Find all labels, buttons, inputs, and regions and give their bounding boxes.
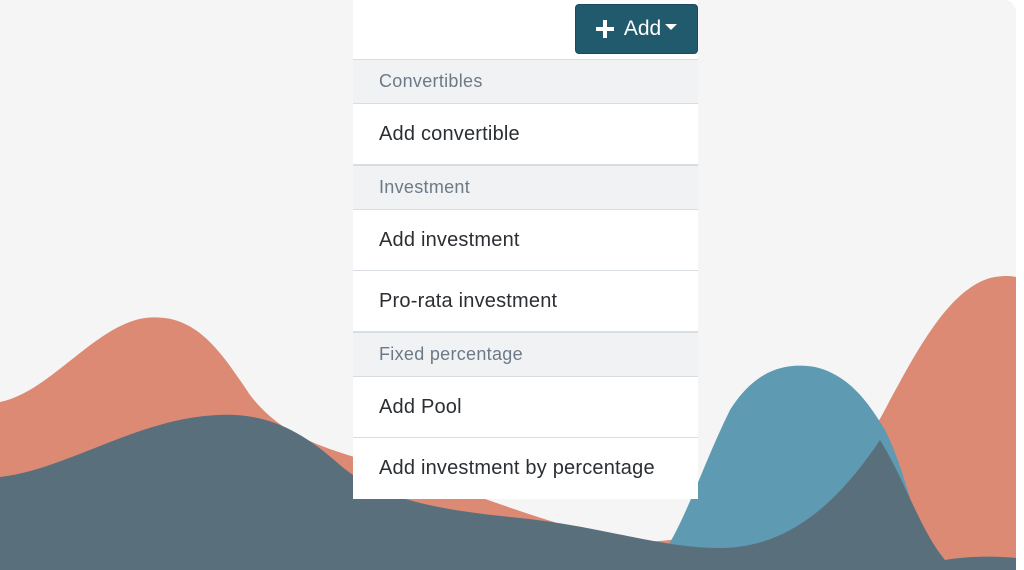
add-button-label: Add — [623, 17, 662, 40]
menu-item-add-pool[interactable]: Add Pool — [353, 377, 698, 438]
section-header-convertibles: Convertibles — [353, 59, 698, 104]
plus-icon — [595, 20, 614, 38]
caret-down-icon — [665, 24, 678, 30]
add-menu-panel: Add Convertibles Add convertible Investm… — [353, 0, 698, 499]
menu-item-add-convertible[interactable]: Add convertible — [353, 104, 698, 165]
menu-item-add-investment-by-percentage[interactable]: Add investment by percentage — [353, 438, 698, 499]
background-stage: Add Convertibles Add convertible Investm… — [0, 0, 1016, 570]
section-header-investment: Investment — [353, 165, 698, 210]
add-button[interactable]: Add — [575, 4, 698, 54]
dropdown-menu: Convertibles Add convertible Investment … — [353, 59, 698, 499]
section-header-fixed-percentage: Fixed percentage — [353, 332, 698, 377]
panel-toolbar: Add — [353, 0, 698, 59]
menu-item-pro-rata-investment[interactable]: Pro-rata investment — [353, 271, 698, 332]
menu-item-add-investment[interactable]: Add investment — [353, 210, 698, 271]
